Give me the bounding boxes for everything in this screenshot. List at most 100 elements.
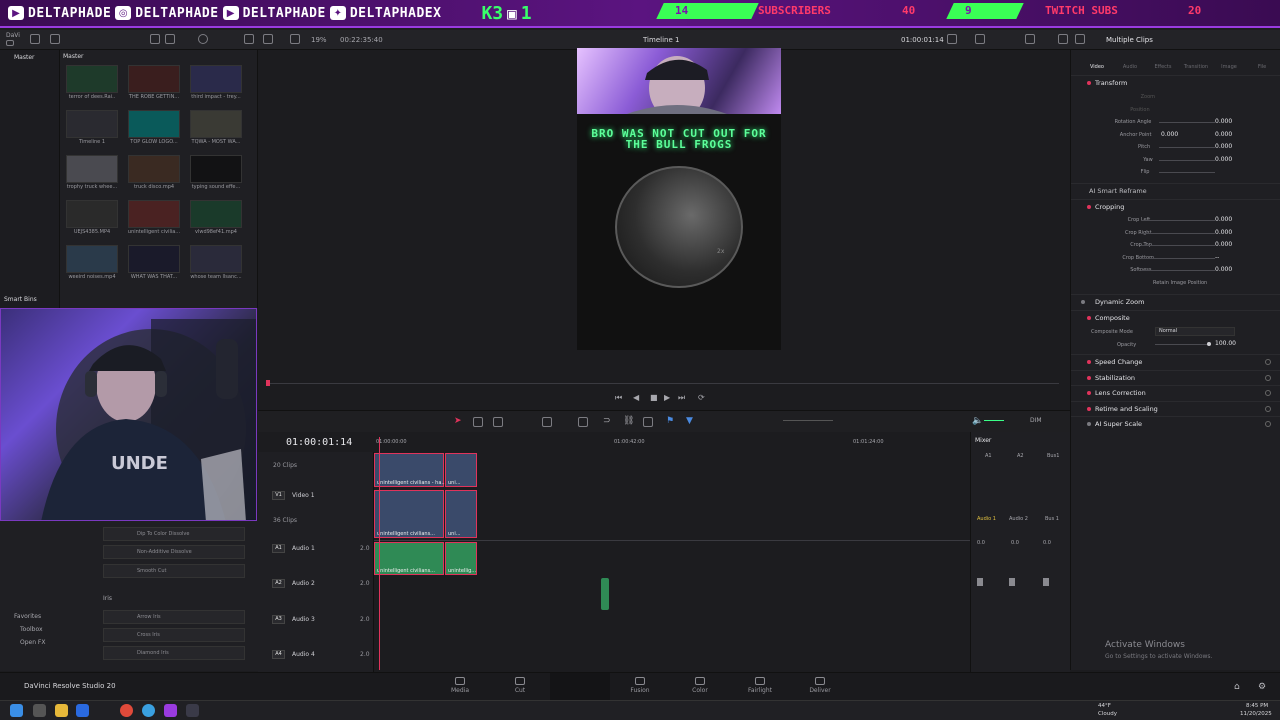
clip-thumbnail[interactable]: [128, 155, 180, 183]
effect-dip-to-color[interactable]: Dip To Color Dissolve: [103, 527, 245, 541]
favorites-link[interactable]: Favorites: [14, 613, 41, 620]
transform-slider[interactable]: [1159, 172, 1215, 173]
page-tab-deliver[interactable]: Deliver: [800, 677, 840, 694]
fullscreen-icon[interactable]: [1058, 34, 1068, 44]
effect-diamond-iris[interactable]: Diamond Iris: [103, 646, 245, 660]
inspector-section[interactable]: Retime and Scaling: [1071, 400, 1280, 415]
page-tab-media[interactable]: Media: [440, 677, 480, 694]
inspector-tab[interactable]: Video: [1081, 64, 1113, 70]
clip-thumbnail[interactable]: [66, 65, 118, 93]
snapping-icon[interactable]: ⊃: [603, 416, 611, 426]
fader-bus1[interactable]: [1043, 578, 1049, 586]
select-tool-icon[interactable]: ➤: [454, 416, 462, 426]
play-reverse-icon[interactable]: ◀: [633, 393, 639, 402]
scrub-marker[interactable]: [266, 380, 270, 386]
crop-value[interactable]: 0.000: [1215, 216, 1232, 223]
opacity-value[interactable]: 100.00: [1215, 340, 1236, 347]
crop-slider[interactable]: [1141, 270, 1215, 271]
reset-icon[interactable]: [1265, 374, 1271, 381]
fit-icon[interactable]: [947, 34, 957, 44]
inspector-toggle-icon[interactable]: [1075, 34, 1085, 44]
page-tab-cut[interactable]: Cut: [500, 677, 540, 694]
page-tab-color[interactable]: Color: [680, 677, 720, 694]
layout-icon[interactable]: [290, 34, 300, 44]
volume-icon[interactable]: 🔈: [972, 416, 983, 426]
inspector-section[interactable]: Stabilization: [1071, 369, 1280, 384]
toolbox-link[interactable]: Toolbox: [20, 626, 43, 633]
timeline-name-dropdown[interactable]: Timeline 1: [643, 36, 679, 44]
crop-slider[interactable]: [1141, 245, 1215, 246]
grid-view-icon[interactable]: [165, 34, 175, 44]
fader-a1[interactable]: [977, 578, 983, 586]
clip-v1-a[interactable]: unintelligent civilians...: [374, 490, 444, 538]
play-icon[interactable]: ▶: [664, 393, 670, 402]
inspector-tab[interactable]: Transition: [1180, 64, 1212, 70]
inspector-section[interactable]: Lens Correction: [1071, 385, 1280, 399]
skip-end-icon[interactable]: ⏭: [678, 393, 685, 403]
clip-thumbnail[interactable]: [190, 110, 242, 138]
page-tab-fusion[interactable]: Fusion: [620, 677, 660, 694]
dim-button[interactable]: DIM: [1030, 417, 1042, 424]
effects-icon[interactable]: [50, 34, 60, 44]
transform-value[interactable]: 0.000: [1215, 118, 1232, 125]
flag-icon[interactable]: ⚑: [666, 416, 674, 426]
stop-icon[interactable]: ■: [650, 393, 658, 402]
loop-icon[interactable]: ⟳: [698, 393, 705, 402]
clip-thumbnail[interactable]: [190, 65, 242, 93]
clip-v2-b[interactable]: uni...: [445, 453, 477, 487]
resolve-taskbar-icon[interactable]: [186, 704, 199, 717]
clip-thumbnail[interactable]: [66, 245, 118, 273]
zoom-slider[interactable]: [783, 420, 833, 421]
color-icon[interactable]: [1025, 34, 1035, 44]
retain-image-position[interactable]: Retain Image Position: [1153, 280, 1207, 286]
reset-icon[interactable]: [1265, 359, 1271, 365]
lock-icon[interactable]: [643, 417, 653, 427]
page-tab-fairlight[interactable]: Fairlight: [740, 677, 780, 694]
zoom-level[interactable]: 19%: [311, 36, 327, 44]
effect-smooth-cut[interactable]: Smooth Cut: [103, 564, 245, 578]
viewer-mode-icon[interactable]: [263, 34, 273, 44]
task-view-icon[interactable]: [33, 704, 46, 717]
crop-slider[interactable]: [1141, 257, 1215, 259]
track-v1-id[interactable]: V1: [272, 491, 285, 500]
section-cropping[interactable]: Cropping: [1071, 199, 1280, 213]
panel-toggle-icon[interactable]: [6, 40, 14, 46]
trim-tool-icon[interactable]: [473, 417, 483, 427]
file-explorer-icon[interactable]: [55, 704, 68, 717]
iris-header[interactable]: Iris: [103, 595, 112, 602]
clip-a1-a[interactable]: unintelligent civilians...: [374, 542, 444, 575]
effect-non-additive[interactable]: Non-Additive Dissolve: [103, 545, 245, 559]
inspector-tab[interactable]: Audio: [1114, 64, 1146, 70]
inspector-tab[interactable]: Effects: [1147, 64, 1179, 70]
link-icon[interactable]: ⛓: [623, 416, 634, 426]
reset-icon[interactable]: [1265, 390, 1271, 396]
effect-arrow-iris[interactable]: Arrow Iris: [103, 610, 245, 624]
effect-cross-iris[interactable]: Cross Iris: [103, 628, 245, 642]
crop-slider[interactable]: [1141, 232, 1215, 234]
fader-a2[interactable]: [1009, 578, 1015, 586]
overlay-icon[interactable]: [975, 34, 985, 44]
marker-icon[interactable]: ▼: [686, 416, 693, 426]
reset-icon[interactable]: [1265, 421, 1271, 427]
skip-start-icon[interactable]: ⏮: [615, 393, 622, 403]
clip-thumbnail[interactable]: [66, 200, 118, 228]
app-icon-3[interactable]: [164, 704, 177, 717]
blade-tool-icon[interactable]: [493, 417, 503, 427]
inspector-section[interactable]: Speed Change: [1071, 354, 1280, 368]
dragged-audio-clip[interactable]: [601, 578, 609, 610]
transform-value[interactable]: 0.000: [1215, 143, 1232, 150]
smart-bins[interactable]: Smart Bins: [4, 296, 37, 303]
playhead[interactable]: [379, 437, 380, 670]
clip-thumbnail[interactable]: [128, 200, 180, 228]
scrub-bar[interactable]: [267, 383, 1059, 384]
volume-slider[interactable]: [984, 420, 1004, 421]
transform-x-value[interactable]: 0.000: [1161, 131, 1178, 138]
clip-thumbnail[interactable]: [190, 155, 242, 183]
transform-value[interactable]: 0.000: [1215, 156, 1232, 163]
section-dynamic-zoom[interactable]: Dynamic Zoom: [1071, 294, 1280, 308]
section-ai-reframe[interactable]: AI Smart Reframe: [1071, 183, 1280, 197]
transform-y-value[interactable]: 0.000: [1215, 131, 1232, 138]
track-a1-id[interactable]: A1: [272, 544, 285, 553]
track-a4-id[interactable]: A4: [272, 650, 285, 659]
clip-thumbnail[interactable]: [190, 245, 242, 273]
